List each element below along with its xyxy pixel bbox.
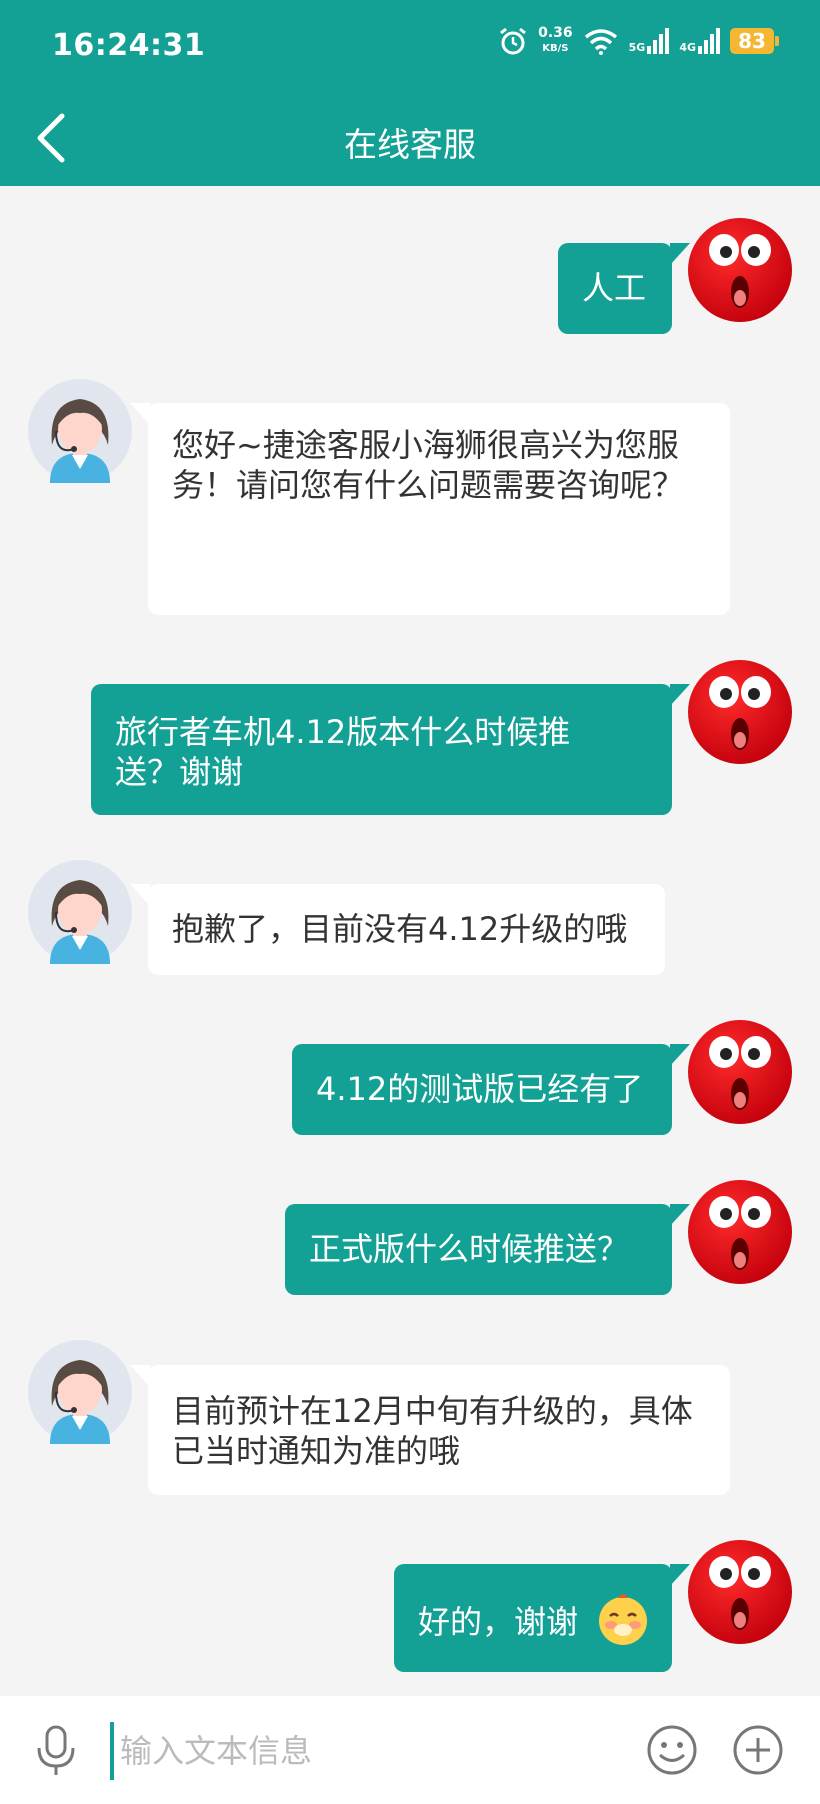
agent-message-bubble[interactable]: 目前预计在12月中旬有升级的，具体已当时通知为准的哦 — [130, 1365, 730, 1495]
battery-indicator: 83 — [730, 28, 779, 54]
user-avatar[interactable] — [688, 1540, 792, 1644]
user-avatar[interactable] — [688, 660, 792, 764]
signal-bars-icon — [647, 28, 670, 54]
user-message-bubble[interactable]: 好的，谢谢 — [394, 1564, 690, 1672]
signal-4g: 4G — [679, 28, 720, 54]
input-bar — [0, 1696, 820, 1804]
alarm-icon — [500, 27, 527, 55]
signal-5g: 5G — [629, 28, 670, 54]
status-icons: 0.36 KB/S 5G 4G 83 — [498, 25, 779, 56]
wifi-icon — [584, 29, 617, 55]
user-message-bubble[interactable]: 旅行者车机4.12版本什么时候推送？谢谢 — [91, 684, 690, 815]
plus-circle-icon[interactable] — [732, 1724, 784, 1776]
agent-avatar[interactable] — [28, 379, 132, 483]
user-avatar[interactable] — [688, 1020, 792, 1124]
agent-avatar[interactable] — [28, 860, 132, 964]
user-message-bubble[interactable]: 正式版什么时候推送？ — [285, 1204, 690, 1295]
blushing-emoji-icon — [599, 1594, 647, 1645]
microphone-icon[interactable] — [34, 1724, 78, 1778]
agent-message-bubble[interactable]: 您好~捷途客服小海狮很高兴为您服务！请问您有什么问题需要咨询呢？ — [130, 403, 730, 615]
network-speed: 0.36 KB/S — [538, 25, 573, 55]
agent-message-bubble[interactable]: 抱歉了，目前没有4.12升级的哦 — [130, 884, 665, 975]
message-input[interactable] — [110, 1722, 642, 1780]
user-message-bubble[interactable]: 人工 — [558, 243, 690, 334]
status-time: 16:24:31 — [52, 28, 206, 63]
user-message-text: 好的，谢谢 — [418, 1603, 579, 1641]
user-avatar[interactable] — [688, 1180, 792, 1284]
signal-bars-icon — [698, 28, 720, 54]
page-title: 在线客服 — [344, 125, 476, 164]
agent-avatar[interactable] — [28, 1340, 132, 1444]
user-message-bubble[interactable]: 4.12的测试版已经有了 — [292, 1044, 690, 1135]
smiley-icon[interactable] — [646, 1724, 698, 1776]
app-header: 16:24:31 0.36 KB/S 5G 4G 83 在线客服 — [0, 0, 820, 186]
user-avatar[interactable] — [688, 218, 792, 322]
